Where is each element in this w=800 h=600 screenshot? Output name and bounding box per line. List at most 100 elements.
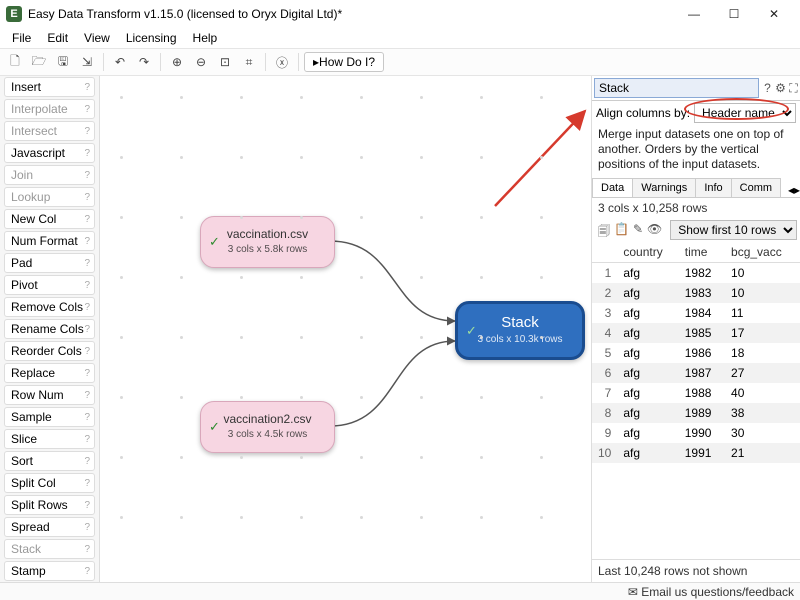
table-row[interactable]: 9afg199030 — [592, 423, 800, 443]
menu-edit[interactable]: Edit — [41, 30, 74, 46]
sidebar-item-reorder-cols[interactable]: Reorder Cols? — [4, 341, 95, 361]
grid-dot — [180, 336, 183, 339]
menu-view[interactable]: View — [78, 30, 116, 46]
help-icon[interactable]: ? — [84, 522, 90, 533]
node-stack[interactable]: ✓ Stack 3 cols x 10.3k rows — [455, 301, 585, 360]
tab-data[interactable]: Data — [592, 178, 633, 197]
tab-scroll-right-icon[interactable]: ▸ — [794, 183, 800, 197]
tab-warnings[interactable]: Warnings — [632, 178, 696, 197]
copy-icon[interactable]: 🗐 — [598, 222, 610, 238]
sidebar-item-slice[interactable]: Slice? — [4, 429, 95, 449]
sidebar-item-spread[interactable]: Spread? — [4, 517, 95, 537]
help-icon[interactable]: ? — [84, 434, 90, 445]
table-row[interactable]: 2afg198310 — [592, 283, 800, 303]
export-icon[interactable]: ⇲ — [76, 51, 98, 73]
close-button[interactable]: ✕ — [754, 0, 794, 28]
sidebar-item-replace[interactable]: Replace? — [4, 363, 95, 383]
cell-bcg: 30 — [725, 423, 800, 443]
cancel-icon[interactable]: ⓧ — [271, 51, 293, 73]
help-icon[interactable]: ? — [84, 170, 90, 181]
undo-icon[interactable]: ↶ — [109, 51, 131, 73]
table-row[interactable]: 1afg198210 — [592, 263, 800, 284]
align-columns-select[interactable]: Header name — [694, 103, 796, 123]
help-icon[interactable]: ? — [84, 236, 90, 247]
help-icon[interactable]: ? — [761, 79, 774, 97]
help-icon[interactable]: ? — [84, 148, 90, 159]
feedback-link[interactable]: ✉ Email us questions/feedback — [628, 585, 794, 599]
help-icon[interactable]: ? — [84, 368, 90, 379]
maximize-button[interactable]: ☐ — [714, 0, 754, 28]
redo-icon[interactable]: ↷ — [133, 51, 155, 73]
help-icon[interactable]: ? — [84, 82, 90, 93]
table-row[interactable]: 3afg198411 — [592, 303, 800, 323]
tab-comments[interactable]: Comm — [731, 178, 781, 197]
help-icon[interactable]: ? — [84, 544, 90, 555]
sidebar-item-remove-cols[interactable]: Remove Cols? — [4, 297, 95, 317]
sidebar-item-split-rows[interactable]: Split Rows? — [4, 495, 95, 515]
col-bcg[interactable]: bcg_vacc — [725, 242, 800, 263]
sidebar-item-pivot[interactable]: Pivot? — [4, 275, 95, 295]
table-row[interactable]: 7afg198840 — [592, 383, 800, 403]
sidebar-item-rename-cols[interactable]: Rename Cols? — [4, 319, 95, 339]
menu-help[interactable]: Help — [187, 30, 224, 46]
help-icon[interactable]: ? — [84, 192, 90, 203]
help-icon[interactable]: ? — [84, 390, 90, 401]
grid-icon[interactable]: ⌗ — [238, 51, 260, 73]
expand-icon[interactable]: ⛶ — [787, 79, 800, 97]
table-row[interactable]: 8afg198938 — [592, 403, 800, 423]
node-vaccination-csv[interactable]: ✓ vaccination.csv 3 cols x 5.8k rows — [200, 216, 335, 268]
save-icon[interactable]: 🖫 — [52, 51, 74, 73]
settings-icon[interactable]: ⚙ — [774, 79, 787, 97]
col-time[interactable]: time — [679, 242, 725, 263]
table-row[interactable]: 6afg198727 — [592, 363, 800, 383]
transform-name-input[interactable] — [594, 78, 759, 98]
sidebar-item-pad[interactable]: Pad? — [4, 253, 95, 273]
edit-icon[interactable]: ✎ — [633, 222, 643, 238]
help-icon[interactable]: ? — [84, 566, 90, 577]
sidebar-item-num-format[interactable]: Num Format? — [4, 231, 95, 251]
canvas[interactable]: ✓ vaccination.csv 3 cols x 5.8k rows ✓ v… — [100, 76, 592, 582]
zoom-in-icon[interactable]: ⊕ — [166, 51, 188, 73]
table-row[interactable]: 4afg198517 — [592, 323, 800, 343]
table-row[interactable]: 10afg199121 — [592, 443, 800, 463]
new-icon[interactable]: 🗋 — [4, 51, 26, 73]
sidebar-item-row-num[interactable]: Row Num? — [4, 385, 95, 405]
tab-info[interactable]: Info — [695, 178, 731, 197]
open-icon[interactable]: 🗁 — [28, 51, 50, 73]
help-icon[interactable]: ? — [84, 478, 90, 489]
sidebar-item-split-col[interactable]: Split Col? — [4, 473, 95, 493]
zoom-out-icon[interactable]: ⊖ — [190, 51, 212, 73]
sidebar-item-insert[interactable]: Insert? — [4, 77, 95, 97]
menu-file[interactable]: File — [6, 30, 37, 46]
help-icon[interactable]: ? — [84, 214, 90, 225]
sidebar-item-stamp[interactable]: Stamp? — [4, 561, 95, 581]
col-country[interactable]: country — [617, 242, 678, 263]
sidebar-item-sample[interactable]: Sample? — [4, 407, 95, 427]
grid-dot — [240, 156, 243, 159]
help-icon[interactable]: ? — [84, 324, 90, 335]
help-icon[interactable]: ? — [84, 280, 90, 291]
help-icon[interactable]: ? — [84, 456, 90, 467]
sidebar-item-sort[interactable]: Sort? — [4, 451, 95, 471]
help-icon[interactable]: ? — [84, 104, 90, 115]
zoom-fit-icon[interactable]: ⊡ — [214, 51, 236, 73]
table-row[interactable]: 5afg198618 — [592, 343, 800, 363]
how-do-i-button[interactable]: ▸How Do I? — [304, 52, 384, 72]
menu-licensing[interactable]: Licensing — [120, 30, 183, 46]
help-icon[interactable]: ? — [84, 346, 90, 357]
show-rows-select[interactable]: Show first 10 rows — [670, 220, 797, 240]
view-icon[interactable]: 👁 — [647, 222, 662, 238]
cell-country: afg — [617, 443, 678, 463]
help-icon[interactable]: ? — [84, 412, 90, 423]
help-icon[interactable]: ? — [84, 302, 90, 313]
sidebar-item-new-col[interactable]: New Col? — [4, 209, 95, 229]
help-icon[interactable]: ? — [84, 500, 90, 511]
sidebar-item-javascript[interactable]: Javascript? — [4, 143, 95, 163]
minimize-button[interactable]: — — [674, 0, 714, 28]
clipboard-icon[interactable]: 📋 — [614, 222, 629, 238]
node-vaccination2-csv[interactable]: ✓ vaccination2.csv 3 cols x 4.5k rows — [200, 401, 335, 453]
help-icon[interactable]: ? — [84, 258, 90, 269]
grid-dot — [300, 516, 303, 519]
annotation-arrow — [100, 76, 590, 276]
help-icon[interactable]: ? — [84, 126, 90, 137]
